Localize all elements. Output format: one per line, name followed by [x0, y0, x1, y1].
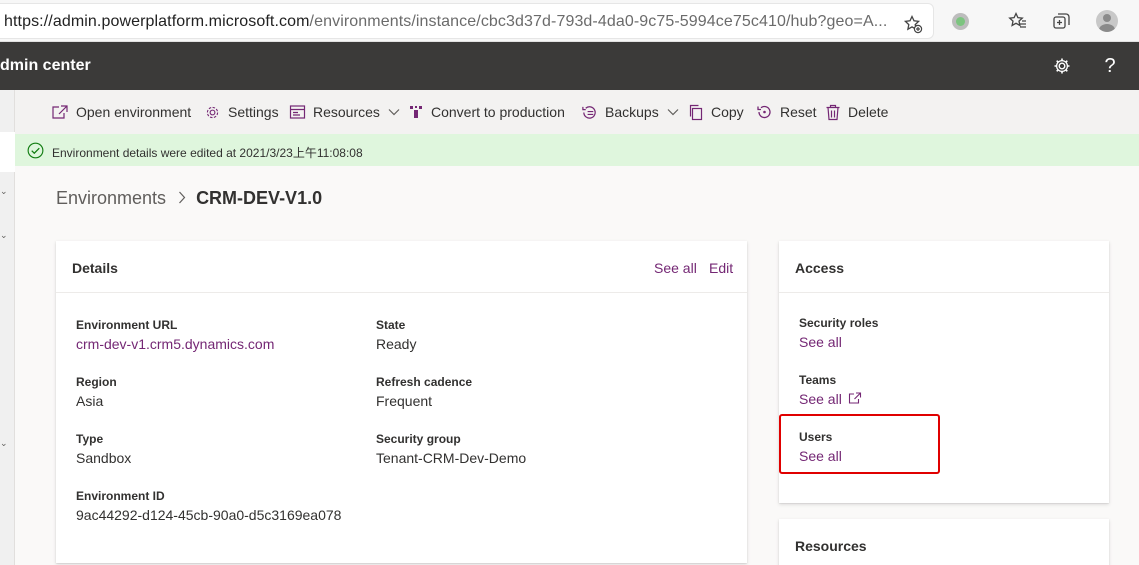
security-group-value: Tenant-CRM-Dev-Demo	[376, 450, 527, 466]
security-roles-label: Security roles	[799, 316, 879, 330]
left-navigation: ⌄ ⌄ ⌄	[0, 90, 15, 565]
browser-toolbar: https://admin.powerplatform.microsoft.co…	[0, 0, 1139, 42]
url-host: https://admin.powerplatform.microsoft.co…	[4, 13, 310, 30]
settings-label: Settings	[228, 104, 279, 120]
type-label: Type	[76, 432, 104, 446]
reset-button[interactable]: Reset	[756, 102, 817, 122]
nav-chevron-icon[interactable]: ⌄	[0, 186, 8, 197]
app-header: dmin center ?	[0, 42, 1139, 90]
add-favorite-icon[interactable]	[903, 14, 923, 34]
collections-icon[interactable]	[1052, 11, 1072, 31]
access-title: Access	[795, 260, 845, 276]
convert-icon	[410, 106, 422, 118]
teams-label: Teams	[799, 373, 837, 387]
reset-label: Reset	[780, 104, 817, 120]
backups-dropdown[interactable]: Backups	[581, 102, 679, 122]
profile-avatar-icon[interactable]	[1096, 10, 1118, 32]
environment-url-label: Environment URL	[76, 318, 178, 332]
chevron-right-icon	[178, 191, 186, 207]
resources-label: Resources	[313, 104, 380, 120]
refresh-cadence-value: Frequent	[376, 393, 433, 409]
delete-button[interactable]: Delete	[825, 102, 888, 122]
resources-title: Resources	[795, 538, 867, 554]
open-environment-label: Open environment	[76, 104, 192, 120]
details-card-header: Details See all Edit	[56, 241, 747, 293]
reset-icon	[757, 105, 771, 119]
command-bar: Open environment Settings Resources Conv…	[15, 90, 1139, 134]
state-label: State	[376, 318, 406, 332]
details-see-all-link[interactable]: See all	[654, 260, 697, 276]
resources-card: Resources	[779, 519, 1109, 565]
access-card-header: Access	[779, 241, 1109, 293]
notification-text: Environment details were edited at 2021/…	[52, 146, 363, 160]
chevron-down-icon	[388, 109, 400, 116]
backup-restore-icon	[582, 105, 596, 119]
success-notification: Environment details were edited at 2021/…	[15, 134, 1139, 166]
open-external-icon	[848, 392, 861, 404]
convert-to-production-button[interactable]: Convert to production	[408, 102, 565, 122]
gear-icon	[206, 106, 219, 118]
teams-see-all-link[interactable]: See all	[799, 391, 862, 407]
details-title: Details	[72, 260, 118, 276]
nav-selected-item[interactable]	[0, 132, 15, 172]
help-icon[interactable]: ?	[1100, 56, 1120, 76]
settings-button[interactable]: Settings	[204, 102, 279, 122]
address-bar[interactable]: https://admin.powerplatform.microsoft.co…	[0, 3, 934, 39]
environment-url-link[interactable]: crm-dev-v1.crm5.dynamics.com	[76, 336, 274, 352]
breadcrumb-environments[interactable]: Environments	[56, 188, 166, 209]
url-text[interactable]: https://admin.powerplatform.microsoft.co…	[4, 13, 887, 31]
convert-to-production-label: Convert to production	[431, 104, 565, 120]
resources-icon	[289, 105, 306, 119]
open-external-icon	[52, 105, 68, 119]
region-label: Region	[76, 375, 117, 389]
gear-icon[interactable]	[1052, 56, 1072, 76]
highlight-annotation	[779, 414, 940, 474]
copy-icon	[689, 104, 703, 120]
favorites-icon[interactable]	[1008, 11, 1028, 31]
extension-icon[interactable]	[952, 13, 969, 30]
teams-see-all-text: See all	[799, 391, 842, 407]
region-value: Asia	[76, 393, 104, 409]
checkmark-circle-icon	[27, 142, 44, 159]
environment-id-label: Environment ID	[76, 489, 165, 503]
refresh-cadence-label: Refresh cadence	[376, 375, 473, 389]
nav-chevron-icon[interactable]: ⌄	[0, 438, 8, 449]
security-group-label: Security group	[376, 432, 461, 446]
chevron-down-icon	[667, 109, 679, 116]
delete-label: Delete	[848, 104, 889, 120]
state-value: Ready	[376, 336, 417, 352]
details-card: Details See all Edit Environment URL crm…	[56, 241, 747, 563]
app-title: dmin center	[0, 57, 91, 74]
copy-label: Copy	[711, 104, 744, 120]
nav-chevron-icon[interactable]: ⌄	[0, 230, 8, 241]
backups-label: Backups	[605, 104, 659, 120]
security-roles-see-all-link[interactable]: See all	[799, 334, 842, 350]
details-edit-link[interactable]: Edit	[709, 260, 733, 276]
page-title: CRM-DEV-V1.0	[196, 188, 323, 208]
trash-icon	[826, 104, 840, 120]
resources-dropdown[interactable]: Resources	[289, 102, 400, 122]
breadcrumb: Environments CRM-DEV-V1.0	[56, 188, 322, 209]
environment-id-value: 9ac44292-d124-45cb-90a0-d5c3169ea078	[76, 507, 342, 523]
copy-button[interactable]: Copy	[688, 102, 744, 122]
open-environment-button[interactable]: Open environment	[51, 102, 191, 122]
url-path: /environments/instance/cbc3d37d-793d-4da…	[309, 13, 888, 30]
type-value: Sandbox	[76, 450, 132, 466]
